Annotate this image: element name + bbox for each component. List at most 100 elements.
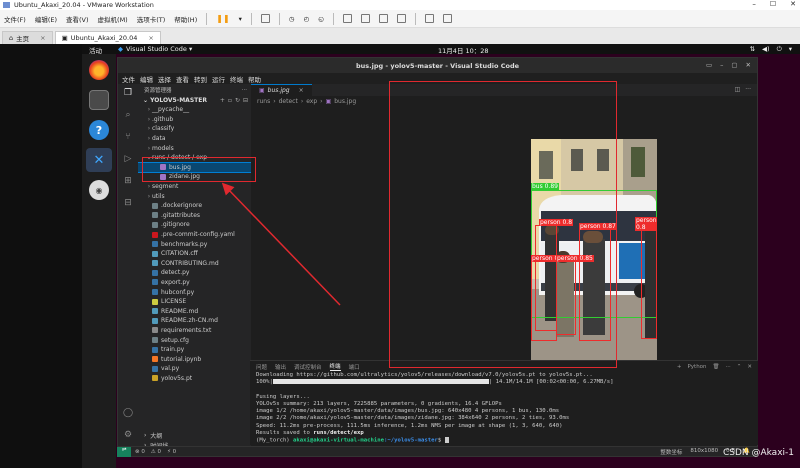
app-menu[interactable]: ◆ Visual Studio Code ▾ xyxy=(118,45,192,53)
close-icon[interactable]: ✕ xyxy=(746,61,751,69)
chevron-up-icon[interactable]: ⌃ xyxy=(737,364,742,370)
new-file-icon[interactable]: + xyxy=(220,97,225,104)
menu-help[interactable]: 帮助(H) xyxy=(174,14,197,24)
tree-file[interactable]: requirements.txt xyxy=(138,326,251,336)
status-errors[interactable]: ⊗ 0 xyxy=(135,449,145,455)
breadcrumb-item[interactable]: bus.jpg xyxy=(334,98,356,105)
panel-tab-terminal[interactable]: 终端 xyxy=(329,362,341,371)
more-actions-icon[interactable]: ··· xyxy=(745,86,751,93)
snapshot-icon[interactable]: ◷ xyxy=(289,15,295,23)
panel-tab-output[interactable]: 输出 xyxy=(275,363,286,371)
menu-selection[interactable]: 选择 xyxy=(158,74,171,84)
terminal-output[interactable]: Downloading https://github.com/ultralyti… xyxy=(250,372,758,445)
explorer-icon[interactable]: ❐ xyxy=(123,88,133,98)
tree-file[interactable]: val.py xyxy=(138,364,251,374)
editor-tab-bus-jpg[interactable]: ▣ bus.jpg × xyxy=(251,84,312,96)
close-icon[interactable]: ✕ xyxy=(747,364,752,370)
image-size[interactable]: 810x1080 xyxy=(690,448,718,456)
trash-icon[interactable]: 🗑 xyxy=(713,364,720,370)
pause-icon[interactable]: ❚❚ xyxy=(216,14,229,23)
new-folder-icon[interactable]: ▫ xyxy=(228,97,232,104)
panel-tab-debug-console[interactable]: 调试控制台 xyxy=(294,363,322,371)
minimize-icon[interactable]: – xyxy=(720,61,723,69)
tree-file[interactable]: README.md xyxy=(138,306,251,316)
split-editor-icon[interactable]: ◫ xyxy=(735,86,741,93)
breadcrumb-item[interactable]: exp xyxy=(306,98,317,105)
tree-file[interactable]: setup.cfg xyxy=(138,335,251,345)
tree-file[interactable]: CITATION.cff xyxy=(138,249,251,259)
fullscreen-icon[interactable] xyxy=(378,14,388,23)
stretch-icon[interactable] xyxy=(442,14,452,23)
breadcrumb-item[interactable]: runs xyxy=(257,98,270,105)
outline-section[interactable]: › 大纲 xyxy=(138,430,251,440)
tree-file[interactable]: benchmarks.py xyxy=(138,239,251,249)
tree-file[interactable]: export.py xyxy=(138,278,251,288)
menu-view[interactable]: 查看(V) xyxy=(66,14,89,24)
firefox-icon[interactable] xyxy=(89,60,109,80)
layout-icon[interactable]: ▭ xyxy=(706,61,712,69)
extensions-icon[interactable]: ⊞ xyxy=(123,176,133,186)
menu-vm[interactable]: 虚拟机(M) xyxy=(98,14,128,24)
tree-file[interactable]: .dockerignore xyxy=(138,201,251,211)
tree-file[interactable]: yolov5s.pt xyxy=(138,374,251,384)
menu-go[interactable]: 转到 xyxy=(194,74,207,84)
restore-snapshot-icon[interactable]: ◴ xyxy=(304,15,310,23)
remote-explorer-icon[interactable]: ⊟ xyxy=(123,198,133,208)
close-icon[interactable]: ✕ xyxy=(790,0,796,8)
menu-edit[interactable]: 编辑 xyxy=(140,74,153,84)
menu-file[interactable]: 文件(F) xyxy=(4,14,26,24)
tree-folder[interactable]: › segment xyxy=(138,182,251,192)
workspace-root[interactable]: ⌄ YOLOV5-MASTER + ▫ ↻ ⊟ xyxy=(138,95,251,105)
close-icon[interactable]: × xyxy=(40,34,45,42)
plus-icon[interactable]: + xyxy=(677,364,682,370)
tree-folder[interactable]: › models xyxy=(138,143,251,153)
status-item[interactable]: 整数坐标 xyxy=(660,448,682,456)
tree-file[interactable]: CONTRIBUTING.md xyxy=(138,259,251,269)
help-icon[interactable]: ? xyxy=(89,120,109,140)
menu-tabs[interactable]: 选项卡(T) xyxy=(137,14,166,24)
terminal-shell-label[interactable]: Python xyxy=(687,364,706,370)
send-keys-icon[interactable] xyxy=(260,14,270,23)
vscode-dock-icon[interactable]: ✕ xyxy=(86,148,112,172)
remote-indicator-icon[interactable]: ⇌ xyxy=(117,446,131,457)
tree-folder[interactable]: › classify xyxy=(138,124,251,134)
tree-folder[interactable]: › __pycache__ xyxy=(138,105,251,115)
refresh-icon[interactable]: ↻ xyxy=(235,97,240,104)
status-warnings[interactable]: ⚠ 0 xyxy=(151,449,161,455)
files-icon[interactable] xyxy=(89,90,109,110)
clock[interactable]: 11月4日 10：28 xyxy=(438,45,489,55)
tree-file[interactable]: .gitattributes xyxy=(138,211,251,221)
tree-file[interactable]: LICENSE xyxy=(138,297,251,307)
close-icon[interactable]: × xyxy=(299,87,304,94)
more-actions-icon[interactable]: ··· xyxy=(726,364,731,370)
tree-file[interactable]: detect.py xyxy=(138,268,251,278)
tab-home[interactable]: ⌂ 主页 × xyxy=(2,31,53,44)
library-view-icon[interactable] xyxy=(342,14,352,23)
tree-file[interactable]: .pre-commit-config.yaml xyxy=(138,230,251,240)
tree-file[interactable]: train.py xyxy=(138,345,251,355)
tree-file[interactable]: tutorial.ipynb xyxy=(138,354,251,364)
panel-tab-problems[interactable]: 问题 xyxy=(256,363,267,371)
console-view-icon[interactable] xyxy=(424,14,434,23)
menu-help[interactable]: 帮助 xyxy=(248,74,261,84)
dvd-icon[interactable]: ◉ xyxy=(89,180,109,200)
menu-edit[interactable]: 编辑(E) xyxy=(35,14,57,24)
chevron-down-icon[interactable]: ▾ xyxy=(239,15,242,23)
tab-ubuntu-vm[interactable]: ▣ Ubuntu_Akaxi_20.04 × xyxy=(54,31,161,44)
thumbnail-view-icon[interactable] xyxy=(360,14,370,23)
tree-file[interactable]: .gitignore xyxy=(138,220,251,230)
menu-view[interactable]: 查看 xyxy=(176,74,189,84)
tree-folder[interactable]: › data xyxy=(138,134,251,144)
menu-terminal[interactable]: 终端 xyxy=(230,74,243,84)
system-tray[interactable]: ⇅ ◀) ⏻ ▾ xyxy=(750,45,792,54)
tree-file[interactable]: README.zh-CN.md xyxy=(138,316,251,326)
status-ports[interactable]: ⚡ 0 xyxy=(167,449,176,455)
breadcrumb-item[interactable]: detect xyxy=(279,98,298,105)
tree-file[interactable]: hubconf.py xyxy=(138,287,251,297)
panel-tab-ports[interactable]: 端口 xyxy=(349,363,360,371)
account-icon[interactable]: ◯ xyxy=(123,408,133,418)
minimize-icon[interactable]: – xyxy=(752,0,756,8)
search-icon[interactable]: ⌕ xyxy=(123,110,133,120)
snapshot-manager-icon[interactable]: ◵ xyxy=(318,15,324,23)
menu-run[interactable]: 运行 xyxy=(212,74,225,84)
